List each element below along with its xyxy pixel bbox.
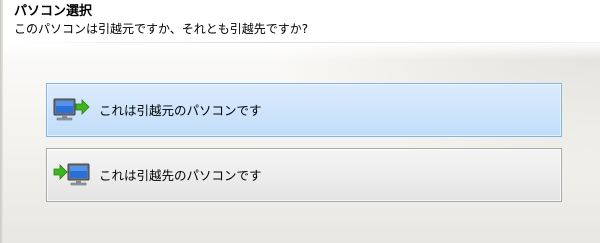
option-source-pc-label: これは引越元のパソコンです — [99, 103, 262, 118]
option-source-pc-button[interactable]: これは引越元のパソコンです — [46, 83, 562, 137]
page-title: パソコン選択 — [14, 4, 93, 19]
pc-receive-icon — [53, 163, 90, 186]
option-destination-pc-label: これは引越先のパソコンです — [99, 168, 262, 183]
window-left-edge — [0, 0, 3, 243]
dialog-header: パソコン選択 このパソコンは引越元ですか、それとも引越先ですか? — [0, 0, 600, 60]
header-divider — [14, 42, 600, 43]
pc-selection-dialog: パソコン選択 このパソコンは引越元ですか、それとも引越先ですか? これは引越元の… — [0, 0, 600, 243]
page-subtitle: このパソコンは引越元ですか、それとも引越先ですか? — [14, 22, 309, 36]
option-destination-pc-button[interactable]: これは引越先のパソコンです — [46, 148, 562, 202]
pc-send-icon — [53, 98, 90, 121]
